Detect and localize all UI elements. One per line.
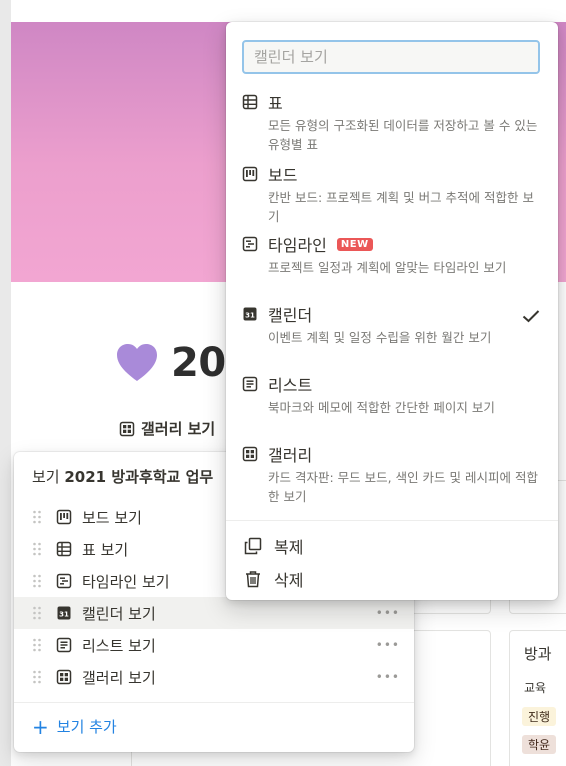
drag-handle-icon[interactable] bbox=[32, 606, 42, 620]
view-row-label: 캘린더 보기 bbox=[82, 604, 156, 623]
view-row-list[interactable]: 리스트 보기 ••• bbox=[14, 629, 414, 661]
timeline-icon bbox=[242, 236, 258, 252]
view-row-label: 보드 보기 bbox=[82, 508, 142, 527]
menu-option-table[interactable]: 표 모든 유형의 구조화된 데이터를 저장하고 볼 수 있는 유형별 표 bbox=[242, 92, 542, 154]
menu-option-title: 캘린더 bbox=[268, 306, 313, 325]
drag-handle-icon[interactable] bbox=[32, 670, 42, 684]
menu-option-title: 리스트 bbox=[268, 376, 313, 395]
menu-option-description: 북마크와 메모에 적합한 간단한 페이지 보기 bbox=[268, 400, 495, 415]
table-icon bbox=[242, 94, 258, 110]
view-name-input[interactable] bbox=[242, 40, 540, 74]
menu-option-title: 갤러리 bbox=[268, 446, 313, 465]
svg-text:31: 31 bbox=[59, 611, 69, 619]
table-icon bbox=[56, 541, 72, 557]
list-icon bbox=[242, 376, 258, 392]
drag-handle-icon[interactable] bbox=[32, 574, 42, 588]
board-icon bbox=[56, 509, 72, 525]
add-view-button[interactable]: + 보기 추가 bbox=[32, 716, 117, 737]
delete-label: 삭제 bbox=[274, 571, 304, 590]
svg-text:31: 31 bbox=[245, 312, 255, 320]
new-badge: NEW bbox=[336, 237, 373, 251]
gallery-icon bbox=[119, 421, 135, 436]
view-type-menu: 표 모든 유형의 구조화된 데이터를 저장하고 볼 수 있는 유형별 표 보드 … bbox=[226, 22, 558, 600]
menu-option-gallery[interactable]: 갤러리 카드 격자판: 무드 보드, 색인 카드 및 레시피에 적합한 보기 bbox=[242, 444, 542, 506]
gallery-icon bbox=[56, 669, 72, 685]
status-tag: 진행 bbox=[522, 707, 557, 726]
card-title: 방과 bbox=[524, 645, 552, 663]
gallery-card[interactable]: 방과 교육 진행 학윤 bbox=[509, 630, 566, 766]
duplicate-button[interactable]: 복제 bbox=[244, 534, 303, 558]
divider bbox=[226, 520, 558, 521]
calendar-icon: 31 bbox=[243, 307, 257, 321]
drag-handle-icon[interactable] bbox=[32, 510, 42, 524]
view-row-calendar[interactable]: 31 캘린더 보기 ••• bbox=[14, 597, 414, 629]
views-panel-header-prefix: 보기 bbox=[32, 468, 65, 486]
duplicate-label: 복제 bbox=[274, 538, 304, 557]
menu-option-description: 카드 격자판: 무드 보드, 색인 카드 및 레시피에 적합한 보기 bbox=[268, 470, 538, 504]
calendar-icon: 31 bbox=[57, 606, 71, 620]
trash-icon bbox=[246, 571, 260, 588]
delete-button[interactable]: 삭제 bbox=[244, 567, 303, 591]
view-row-label: 갤러리 보기 bbox=[82, 668, 156, 687]
menu-option-calendar[interactable]: 31 캘린더 이벤트 계획 및 일정 수립을 위한 월간 보기 bbox=[242, 304, 542, 347]
menu-option-board[interactable]: 보드 칸반 보드: 프로젝트 계획 및 버그 추적에 적합한 보기 bbox=[242, 164, 542, 226]
page-title-row: 20 bbox=[115, 340, 226, 386]
more-options-icon[interactable]: ••• bbox=[376, 638, 400, 652]
page-title[interactable]: 20 bbox=[171, 340, 226, 386]
menu-option-title: 타임라인 bbox=[268, 236, 327, 255]
view-row-label: 타임라인 보기 bbox=[82, 572, 170, 591]
more-options-icon[interactable]: ••• bbox=[376, 670, 400, 684]
menu-option-description: 이벤트 계획 및 일정 수립을 위한 월간 보기 bbox=[268, 330, 492, 345]
plus-icon: + bbox=[32, 714, 49, 739]
purple-heart-icon[interactable] bbox=[115, 343, 159, 383]
view-row-label: 리스트 보기 bbox=[82, 636, 156, 655]
menu-option-title: 표 bbox=[268, 94, 283, 113]
divider bbox=[14, 702, 414, 703]
view-tab-label: 갤러리 보기 bbox=[141, 420, 216, 438]
menu-option-description: 모든 유형의 구조화된 데이터를 저장하고 볼 수 있는 유형별 표 bbox=[268, 118, 538, 152]
add-view-label: 보기 추가 bbox=[56, 718, 117, 736]
list-icon bbox=[56, 637, 72, 653]
menu-option-timeline[interactable]: 타임라인 NEW 프로젝트 일정과 계획에 알맞는 타임라인 보기 bbox=[242, 234, 542, 277]
views-panel-header: 보기 2021 방과후학교 업무 bbox=[32, 466, 213, 487]
card-subtitle: 교육 bbox=[524, 681, 547, 695]
view-row-label: 표 보기 bbox=[82, 540, 129, 559]
drag-handle-icon[interactable] bbox=[32, 542, 42, 556]
menu-option-description: 칸반 보드: 프로젝트 계획 및 버그 추적에 적합한 보기 bbox=[268, 190, 534, 224]
menu-option-list[interactable]: 리스트 북마크와 메모에 적합한 간단한 페이지 보기 bbox=[242, 374, 542, 417]
gallery-icon bbox=[242, 446, 258, 462]
status-tag: 학윤 bbox=[522, 735, 557, 754]
drag-handle-icon[interactable] bbox=[32, 638, 42, 652]
menu-option-description: 프로젝트 일정과 계획에 알맞는 타임라인 보기 bbox=[268, 260, 507, 275]
checkmark-icon bbox=[522, 310, 540, 323]
board-icon bbox=[242, 166, 258, 182]
duplicate-icon bbox=[244, 537, 262, 555]
view-row-gallery[interactable]: 갤러리 보기 ••• bbox=[14, 661, 414, 693]
view-tab-gallery[interactable]: 갤러리 보기 bbox=[119, 418, 215, 439]
views-panel-database-name: 2021 방과후학교 업무 bbox=[64, 468, 214, 486]
menu-option-title: 보드 bbox=[268, 166, 298, 185]
more-options-icon[interactable]: ••• bbox=[376, 606, 400, 620]
timeline-icon bbox=[56, 573, 72, 589]
